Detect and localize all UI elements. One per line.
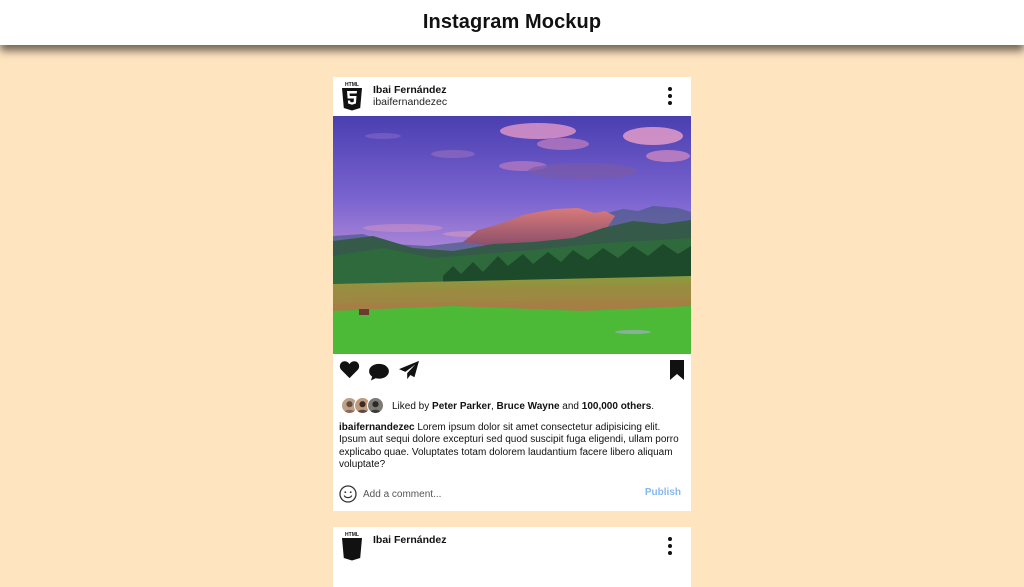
more-options-button[interactable] [663,537,677,555]
post-author[interactable]: Ibai Fernández [373,534,447,546]
smile-icon[interactable] [339,485,357,503]
author-handle: ibaifernandezec [373,96,448,108]
liked-others-link[interactable]: 100,000 others [582,401,652,412]
likes-text: Liked by Peter Parker, Bruce Wayne and 1… [392,401,654,412]
author-name: Ibai Fernández [373,534,447,546]
html5-icon: HTML [342,532,362,561]
post-image [333,116,691,354]
avatar[interactable] [367,397,384,414]
html5-logo-text: HTML [345,82,359,88]
post-author[interactable]: Ibai Fernández ibaifernandezec [373,84,447,108]
comment-row: Publish [333,483,691,505]
more-vertical-icon-dot [668,544,672,548]
top-bar: Instagram Mockup [0,0,1024,45]
post-actions [333,360,691,386]
heart-icon[interactable] [339,360,360,379]
post-caption: ibaifernandezec Lorem ipsum dolor sit am… [339,422,685,471]
liker-avatars [341,397,387,415]
page-title: Instagram Mockup [422,11,602,33]
more-vertical-icon-dot [668,87,672,91]
liked-end: . [651,400,655,412]
paper-plane-icon[interactable] [398,360,420,380]
post-card: HTML Ibai Fernández [333,527,691,587]
comment-input[interactable] [363,486,633,502]
more-vertical-icon-dot [668,94,672,98]
liked-and: and [559,400,582,412]
html5-logo-text: HTML [345,532,359,538]
bookmark-icon[interactable] [670,360,684,380]
post-card: HTML Ibai Fernández ibaifernandezec Like… [333,77,691,511]
post-header: HTML Ibai Fernández [333,527,691,566]
more-vertical-icon-dot [668,537,672,541]
author-name: Ibai Fernández [373,84,447,96]
more-options-button[interactable] [663,87,677,105]
more-vertical-icon-dot [668,551,672,555]
liked-user-link[interactable]: Bruce Wayne [497,401,560,412]
comment-icon[interactable] [368,363,390,381]
liked-prefix: Liked by [392,400,433,412]
caption-username[interactable]: ibaifernandezec [339,422,415,433]
liked-user-link[interactable]: Peter Parker [432,401,491,412]
html5-icon: HTML [342,82,362,111]
post-header: HTML Ibai Fernández ibaifernandezec [333,77,691,116]
publish-button[interactable]: Publish [645,487,681,498]
likes-row: Liked by Peter Parker, Bruce Wayne and 1… [341,397,654,415]
more-vertical-icon-dot [668,101,672,105]
